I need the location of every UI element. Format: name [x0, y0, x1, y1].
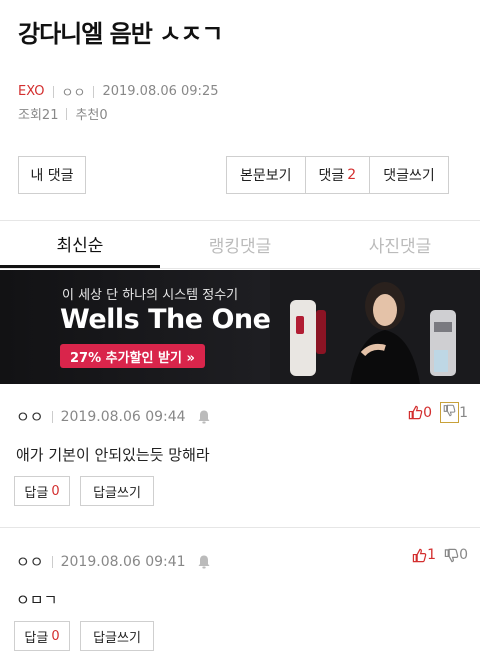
divider: [66, 107, 68, 120]
reply-count: 0: [51, 483, 60, 499]
report-bell-icon[interactable]: [196, 554, 212, 570]
thumbs-up-icon: [412, 548, 427, 562]
downvote-button[interactable]: 1: [440, 402, 468, 423]
post-datetime: 2019.08.06 09:25: [102, 84, 219, 99]
comment-datetime: 2019.08.06 09:44: [60, 408, 186, 425]
divider: [51, 555, 53, 568]
divider: [51, 410, 53, 423]
reply-label: 답글: [24, 630, 49, 646]
upvote-button[interactable]: 1: [412, 547, 436, 563]
comment-sort-tabs: 최신순 랭킹댓글 사진댓글: [0, 221, 480, 269]
downvote-highlight: [440, 402, 460, 423]
thumbs-up-icon: [408, 405, 423, 420]
post-action-group: 본문보기 댓글 2 댓글쓰기: [226, 156, 449, 194]
comment-item: ㅇㅇ 2019.08.06 09:41 1 0 ㅇㅁㄱ 답글 0 답글쓰기: [0, 529, 480, 672]
divider: [52, 85, 54, 98]
comments-label: 댓글: [318, 168, 345, 184]
ad-product-image: [270, 270, 480, 384]
comments-count: 2: [347, 167, 357, 183]
write-comment-button[interactable]: 댓글쓰기: [370, 157, 448, 193]
reply-count-button[interactable]: 답글 0: [14, 476, 70, 506]
post-stats: 조회21 추천0: [18, 104, 108, 123]
post-meta: EXO ㅇㅇ 2019.08.06 09:25: [18, 82, 218, 101]
upvote-count: 0: [423, 404, 433, 421]
post-category[interactable]: EXO: [18, 84, 45, 99]
comment-header: ㅇㅇ 2019.08.06 09:44: [16, 406, 212, 427]
reply-count: 0: [51, 628, 60, 644]
comment-votes: 0 1: [400, 402, 468, 423]
comment-author: ㅇㅇ: [16, 553, 44, 571]
downvote-count: 1: [459, 404, 468, 421]
tab-ranking[interactable]: 랭킹댓글: [160, 221, 320, 268]
ad-cta-button[interactable]: 27% 추가할인 받기 »: [60, 344, 205, 368]
post-views: 조회21: [18, 108, 59, 123]
view-body-button[interactable]: 본문보기: [227, 157, 306, 193]
reply-count-button[interactable]: 답글 0: [14, 621, 70, 651]
comments-button[interactable]: 댓글 2: [305, 157, 371, 193]
ad-banner[interactable]: 이 세상 단 하나의 시스템 정수기 Wells The One 27% 추가할…: [0, 270, 480, 384]
write-reply-button[interactable]: 답글쓰기: [80, 476, 154, 506]
post-title: 강다니엘 음반 ㅅㅈㄱ: [18, 20, 223, 48]
comment-text: 애가 기본이 안되있는듯 망해라: [16, 446, 210, 464]
upvote-button[interactable]: 0: [408, 405, 432, 421]
post-author: ㅇㅇ: [61, 86, 86, 101]
downvote-count: 0: [459, 547, 468, 563]
ad-tagline: 이 세상 단 하나의 시스템 정수기: [62, 288, 239, 303]
comment-text: ㅇㅁㄱ: [16, 591, 58, 609]
tab-photo[interactable]: 사진댓글: [320, 221, 480, 268]
thumbs-down-icon: [443, 404, 456, 417]
comment-votes: 1 0: [404, 547, 468, 563]
downvote-button[interactable]: 0: [444, 547, 468, 563]
tab-latest[interactable]: 최신순: [0, 221, 160, 268]
my-comments-button[interactable]: 내 댓글: [18, 156, 86, 194]
write-reply-button[interactable]: 답글쓰기: [80, 621, 154, 651]
divider: [93, 85, 95, 98]
comment-datetime: 2019.08.06 09:41: [60, 553, 186, 570]
comment-item: ㅇㅇ 2019.08.06 09:44 0 1 애가 기본이 안되있는듯 망해라…: [0, 384, 480, 528]
report-bell-icon[interactable]: [196, 409, 212, 425]
reply-label: 답글: [24, 485, 49, 501]
thumbs-down-icon: [444, 548, 459, 562]
upvote-count: 1: [427, 547, 437, 563]
comment-author: ㅇㅇ: [16, 408, 44, 426]
ad-brand: Wells The One: [60, 304, 271, 335]
post-recommend: 추천0: [75, 108, 108, 123]
comment-header: ㅇㅇ 2019.08.06 09:41: [16, 551, 212, 572]
